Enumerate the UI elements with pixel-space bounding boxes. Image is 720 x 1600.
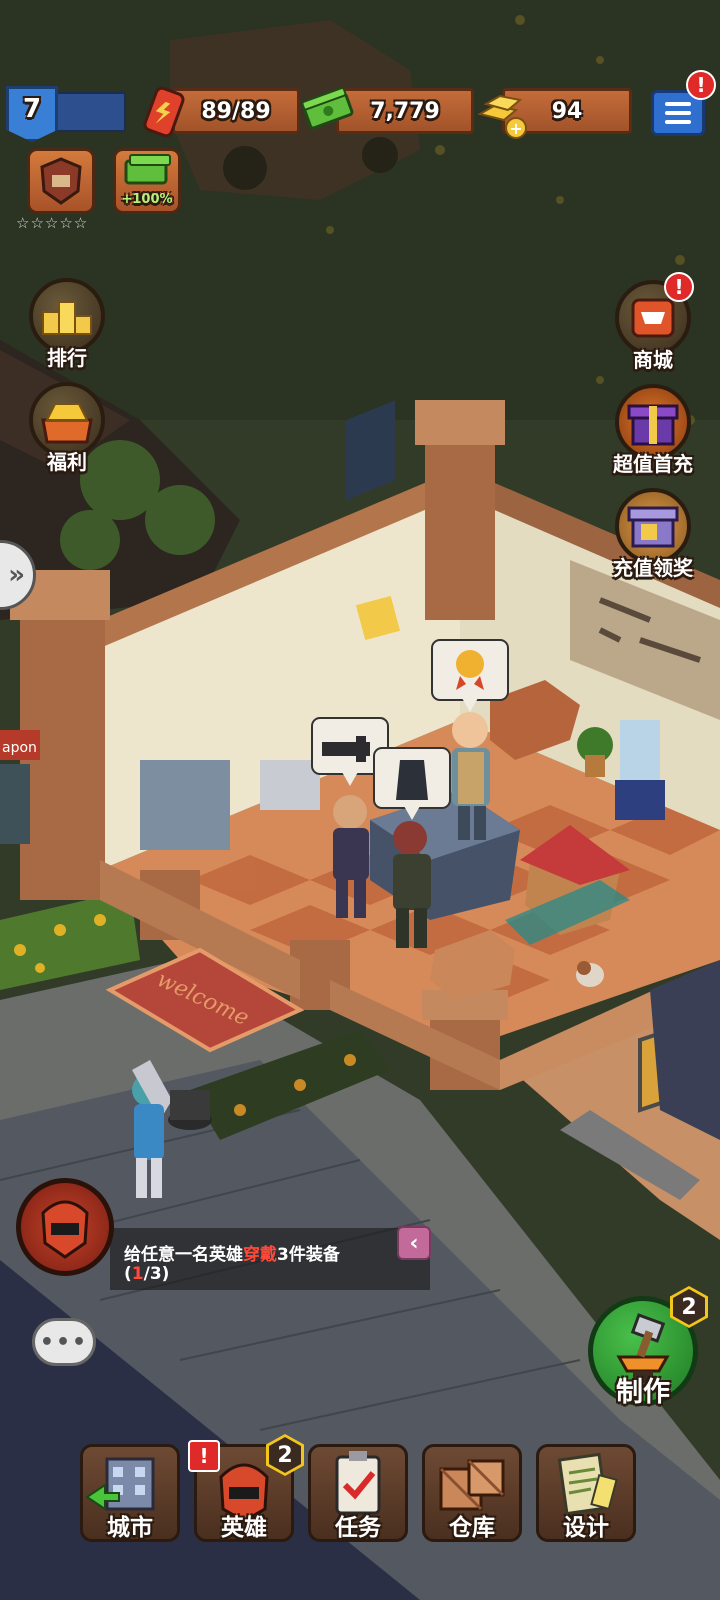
quest-text-highlight: 穿戴	[243, 1245, 277, 1265]
quest-progress-part: /3)	[143, 1264, 170, 1284]
quest-progress-part: (	[124, 1264, 132, 1284]
welfare-label: 福利	[47, 450, 87, 474]
double-chevron-right-icon: »	[8, 560, 25, 590]
nav-heroes-label: 英雄	[221, 1515, 267, 1541]
quest-text-part: 给任意一名英雄	[124, 1245, 243, 1265]
craft-label: 制作	[616, 1377, 670, 1408]
shop-label: 商城	[633, 348, 673, 372]
leaderboard-label: 排行	[47, 346, 87, 370]
quest-progress-current: 1	[131, 1264, 144, 1284]
cash-stack-icon	[301, 87, 354, 130]
gold-chest-icon	[41, 403, 93, 444]
leaderboard-icon	[42, 301, 92, 335]
gold-bars-icon: +	[477, 94, 527, 139]
nav-city-label: 城市	[107, 1515, 153, 1541]
quest-description: 给任意一名英雄穿戴3件装备	[124, 1240, 340, 1265]
cash-counter[interactable]: 7,779	[336, 88, 474, 134]
quest-progress: (1/3)	[124, 1264, 169, 1284]
nav-warehouse-label: 仓库	[449, 1515, 495, 1541]
boost-percentage: +100%	[121, 192, 173, 207]
heroes-count: 2	[269, 1437, 301, 1473]
shop-alert-badge: !	[664, 272, 694, 302]
energy-counter[interactable]: 89/89	[172, 88, 300, 134]
chat-button[interactable]: •••	[32, 1318, 96, 1366]
side-sign-text: apon	[2, 740, 37, 756]
rating-stars: ☆☆☆☆☆	[16, 214, 89, 232]
nav-design-label: 设计	[563, 1515, 609, 1541]
menu-alert-badge: !	[686, 70, 716, 100]
gift-box-icon	[627, 404, 679, 446]
shield-emblem-icon	[40, 157, 82, 205]
menu-line	[665, 120, 691, 124]
menu-line	[665, 102, 691, 106]
nav-tasks-label: 任务	[335, 1515, 381, 1541]
craft-count: 2	[673, 1289, 705, 1325]
first-recharge-label: 超值首充	[613, 452, 693, 476]
experience-bar	[56, 92, 126, 132]
svg-text:+: +	[509, 119, 522, 138]
menu-line	[665, 111, 691, 115]
heroes-alert-badge: !	[188, 1440, 220, 1472]
profile-badge-button[interactable]	[27, 148, 95, 214]
quest-hero-avatar[interactable]	[16, 1178, 114, 1276]
quest-text-part: 3件装备	[277, 1245, 340, 1265]
cash-boost-icon	[124, 154, 171, 185]
energy-can-icon	[143, 86, 185, 138]
quest-collapse-button[interactable]: ‹	[397, 1226, 431, 1260]
reward-box-icon	[627, 506, 679, 548]
hero-helmet-icon	[41, 1200, 89, 1259]
recharge-reward-label: 充值领奖	[613, 556, 693, 580]
